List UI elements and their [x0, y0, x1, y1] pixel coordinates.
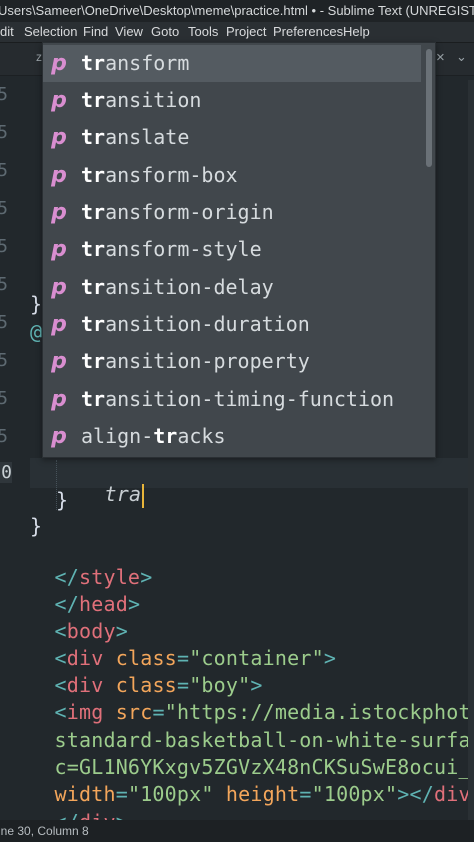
code-brace: }: [56, 488, 69, 512]
property-kind-icon: p: [51, 237, 67, 262]
window-title: Users\Sameer\OneDrive\Desktop\meme\pract…: [0, 3, 474, 18]
autocomplete-item[interactable]: p transition: [43, 82, 421, 119]
menu-project[interactable]: Project: [226, 22, 266, 42]
property-kind-icon: p: [51, 200, 67, 225]
line-number: 5: [0, 350, 8, 371]
line-number: 5: [0, 122, 8, 143]
chevron-down-icon[interactable]: ⌄: [456, 49, 467, 65]
menu-tools[interactable]: Tools: [188, 22, 218, 42]
autocomplete-scroll-thumb[interactable]: [426, 49, 432, 167]
property-kind-icon: p: [51, 387, 67, 412]
autocomplete-item-label: transition-property: [81, 349, 310, 373]
menu-goto[interactable]: Goto: [151, 22, 179, 42]
line-number: 5: [0, 160, 8, 181]
autocomplete-item-label: transform: [81, 51, 190, 75]
autocomplete-item[interactable]: p transition-property: [43, 343, 421, 380]
menu-find[interactable]: Find: [83, 22, 108, 42]
property-kind-icon: p: [51, 424, 67, 449]
autocomplete-item-label: transform-origin: [81, 200, 274, 224]
menu-preferences[interactable]: Preferences: [273, 22, 343, 42]
property-kind-icon: p: [51, 88, 67, 113]
autocomplete-item-label: transition-duration: [81, 312, 310, 336]
autocomplete-item[interactable]: p transition-delay: [43, 269, 421, 306]
property-kind-icon: p: [51, 163, 67, 188]
menu-help[interactable]: Help: [343, 22, 370, 42]
property-kind-icon: p: [51, 312, 67, 337]
autocomplete-item-label: translate: [81, 125, 190, 149]
autocomplete-item[interactable]: p transform-origin: [43, 194, 421, 231]
code-at-rule: @: [30, 320, 43, 344]
property-kind-icon: p: [51, 349, 67, 374]
autocomplete-item[interactable]: p transition-duration: [43, 306, 421, 343]
menu-view[interactable]: View: [115, 22, 143, 42]
property-kind-icon: p: [51, 51, 67, 76]
line-number-active: 0: [0, 462, 12, 483]
menu-bar: dit Selection Find View Goto Tools Proje…: [0, 22, 474, 43]
current-line[interactable]: tra: [80, 458, 145, 508]
line-number: 5: [0, 388, 8, 409]
autocomplete-item-label: align-tracks: [81, 424, 226, 448]
autocomplete-item[interactable]: p transform-style: [43, 231, 421, 268]
text-caret: [142, 483, 145, 508]
line-number: 5: [0, 198, 8, 219]
line-number: 5: [0, 274, 8, 295]
active-line-highlight: [0, 458, 474, 488]
property-kind-icon: p: [51, 275, 67, 300]
line-number: 5: [0, 84, 8, 105]
menu-edit[interactable]: dit: [0, 22, 14, 42]
line-number-gutter: 5 5 5 5 5 5 5 5 5 5 5 0: [0, 76, 30, 824]
line-number: 5: [0, 312, 8, 333]
code-brace: }: [30, 514, 43, 538]
autocomplete-item-label: transition-delay: [81, 275, 274, 299]
autocomplete-item[interactable]: p transform-box: [43, 157, 421, 194]
cursor-position: ine 30, Column 8: [0, 824, 89, 838]
window-title-bar: Users\Sameer\OneDrive\Desktop\meme\pract…: [0, 0, 474, 22]
autocomplete-item[interactable]: p align-tracks: [43, 418, 421, 455]
line-number: 5: [0, 426, 8, 447]
close-tab-icon[interactable]: ×: [436, 49, 445, 66]
minimap[interactable]: [468, 80, 474, 820]
line-number: 5: [0, 236, 8, 257]
status-bar: ine 30, Column 8: [0, 820, 474, 842]
autocomplete-item-label: transition: [81, 88, 202, 112]
autocomplete-item[interactable]: p translate: [43, 119, 421, 156]
autocomplete-item-label: transform-style: [81, 237, 262, 261]
autocomplete-popup: p transform p transition p translate p t…: [42, 42, 436, 458]
typed-text: tra: [104, 482, 142, 506]
autocomplete-item-selected[interactable]: p transform: [43, 45, 421, 82]
property-kind-icon: p: [51, 125, 67, 150]
menu-selection[interactable]: Selection: [24, 22, 77, 42]
autocomplete-item-label: transition-timing-function: [81, 387, 395, 411]
code-brace: }: [30, 292, 43, 316]
autocomplete-item-label: transform-box: [81, 163, 238, 187]
autocomplete-item[interactable]: p transition-timing-function: [43, 381, 421, 418]
